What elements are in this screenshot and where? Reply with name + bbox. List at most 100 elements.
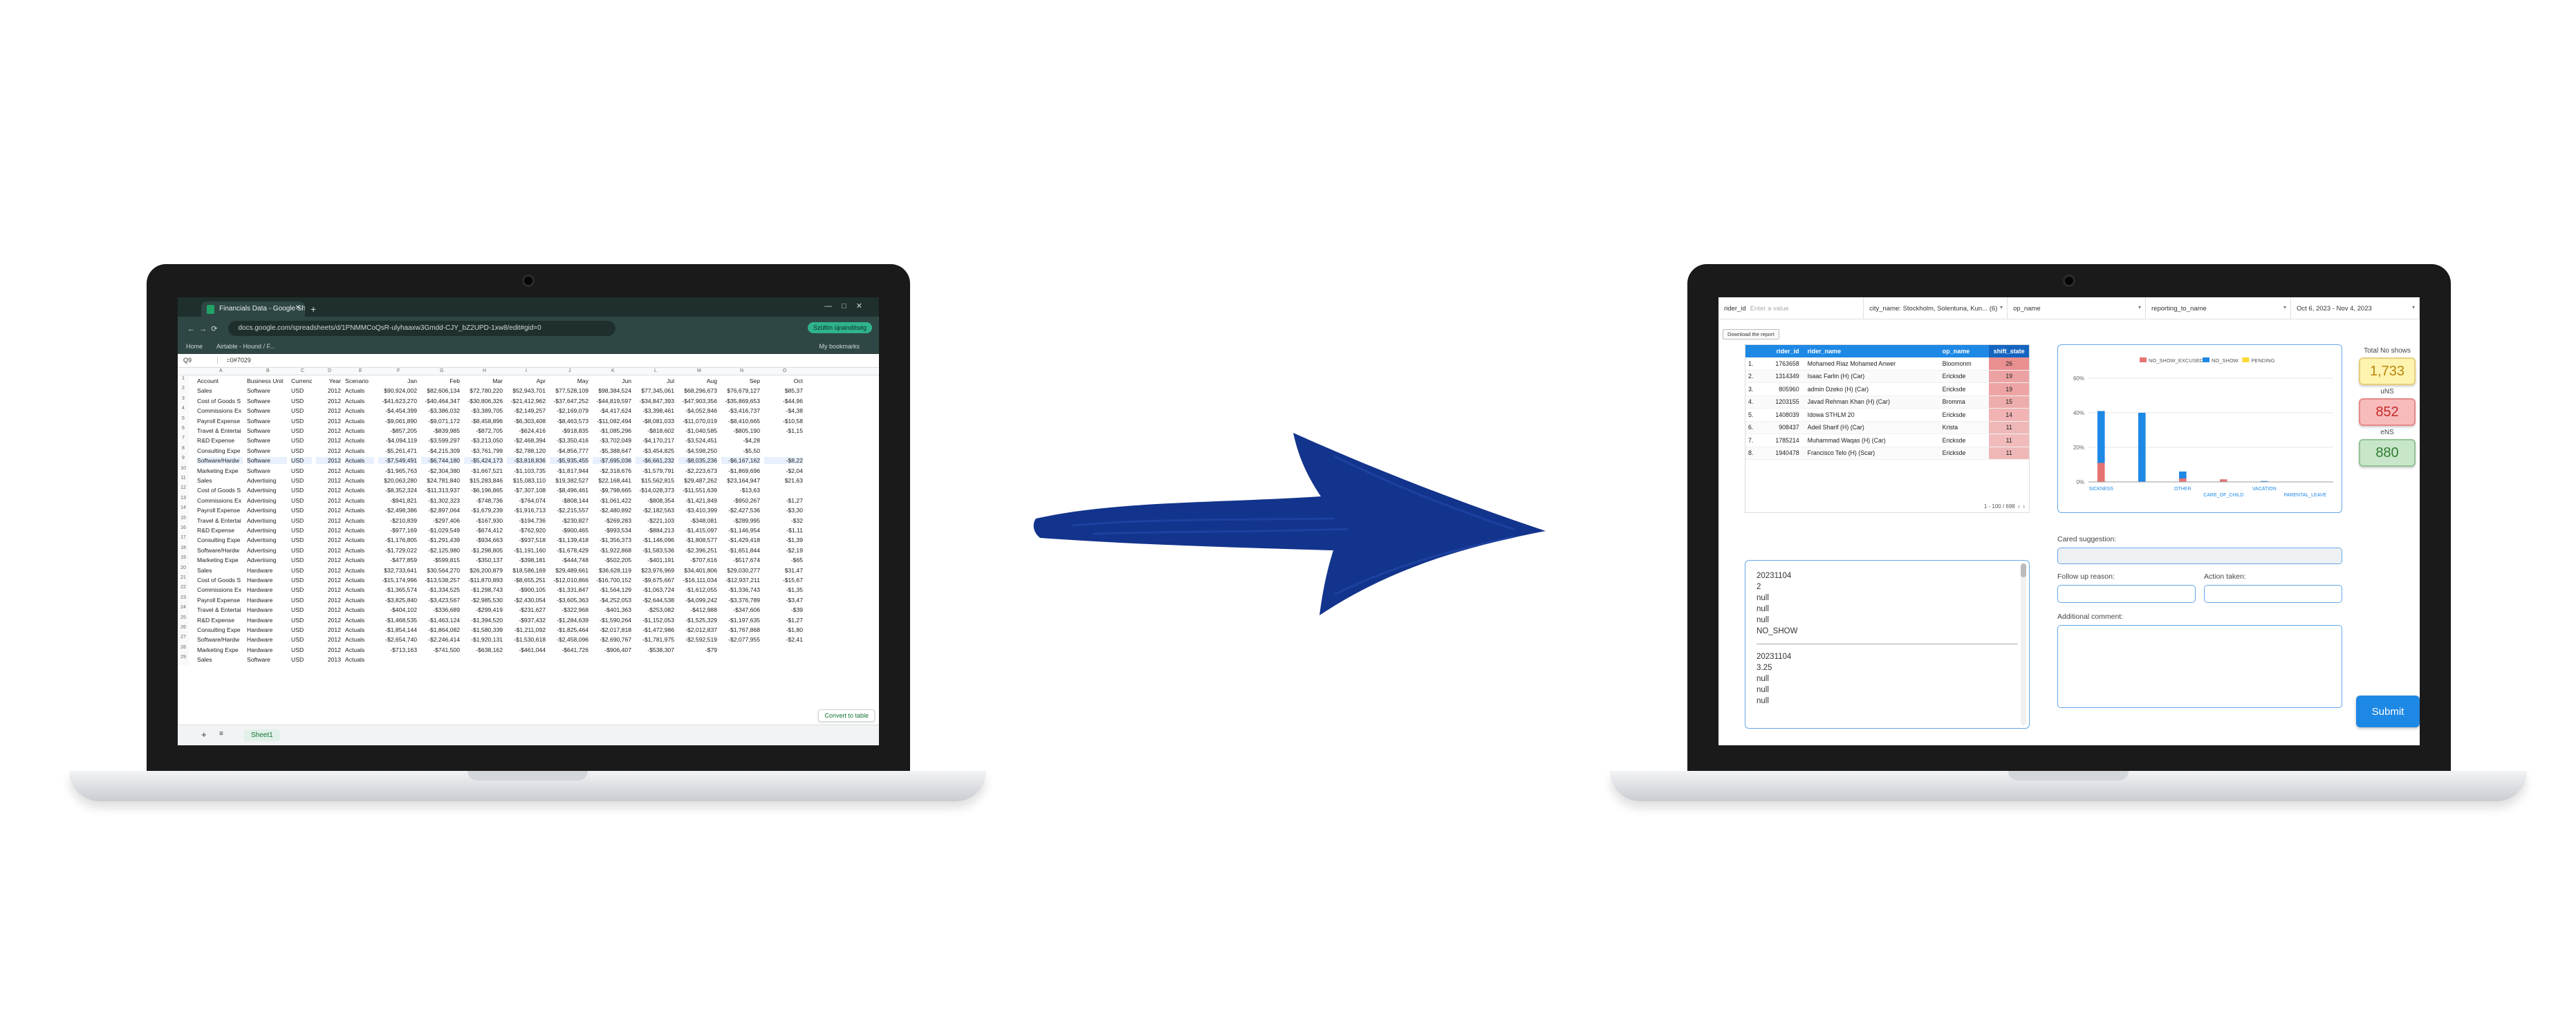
table-cell[interactable]: $32,733,641 (378, 567, 417, 574)
table-cell[interactable]: USD (291, 477, 312, 484)
col-header-shift-state[interactable]: shift_state (1989, 345, 2029, 357)
table-cell[interactable]: -$2,169,079 (550, 407, 589, 414)
table-cell[interactable]: -$1,152,053 (636, 617, 674, 624)
row-number[interactable]: 15 (178, 515, 189, 525)
table-cell[interactable]: -$2,897,064 (421, 507, 460, 514)
table-cell[interactable]: -$1,35 (764, 586, 803, 593)
table-cell[interactable]: 2013 (316, 656, 341, 663)
table-cell[interactable]: -$3,389,705 (464, 407, 503, 414)
row-number[interactable]: 29 (178, 655, 189, 665)
table-cell[interactable]: -$322,968 (550, 606, 589, 613)
table-row[interactable]: 7. 1785214 Muhammad Waqas (H) (Car) Ericksd… (1745, 434, 2029, 447)
table-cell[interactable]: -$336,689 (421, 606, 460, 613)
row-number[interactable]: 24 (178, 605, 189, 615)
table-cell[interactable]: -$2,427,536 (721, 507, 760, 514)
table-cell[interactable]: -$12,010,866 (550, 577, 589, 584)
table-cell[interactable]: -$2,690,767 (593, 636, 631, 643)
row-number[interactable]: 16 (178, 525, 189, 536)
nav-arrows-icon[interactable]: ← → ⟳ (187, 324, 217, 333)
table-cell[interactable]: -$1,965,763 (378, 467, 417, 474)
table-cell[interactable]: $18,586,169 (507, 567, 546, 574)
table-cell[interactable]: Actuals (345, 557, 374, 563)
table-cell[interactable]: Software (247, 418, 287, 425)
table-cell[interactable]: -$1,580,339 (464, 626, 503, 633)
table-cell[interactable]: -$7,307,108 (507, 487, 546, 494)
table-cell[interactable]: Advertising (247, 517, 287, 524)
table-cell[interactable]: -$1,579,791 (636, 467, 674, 474)
table-cell[interactable]: 2012 (316, 527, 341, 534)
table-cell[interactable]: Actuals (345, 537, 374, 543)
table-cell[interactable]: 2012 (316, 467, 341, 474)
table-cell[interactable]: -$3,30 (764, 507, 803, 514)
table-cell[interactable]: 2012 (316, 606, 341, 613)
table-cell[interactable]: -$8,22 (764, 457, 803, 465)
table-cell[interactable]: -$289,995 (721, 517, 760, 524)
list-scrollbar[interactable] (2021, 563, 2026, 725)
table-cell[interactable]: -$404,102 (378, 606, 417, 613)
table-cell[interactable]: $76,679,127 (721, 387, 760, 394)
table-cell[interactable]: Sales (197, 567, 243, 574)
table-cell[interactable]: -$13,538,257 (421, 577, 460, 584)
formula-input[interactable]: =0#7029 (227, 357, 251, 364)
additional-comment-field[interactable] (2057, 625, 2342, 708)
table-cell[interactable]: -$1,39 (764, 537, 803, 543)
cared-suggestion-field[interactable] (2057, 548, 2342, 564)
column-letter[interactable]: O (783, 369, 786, 373)
filter-rider-id[interactable]: rider_id Enter a value (1718, 297, 1864, 319)
table-cell[interactable]: R&D Expense (197, 437, 243, 444)
table-cell[interactable]: -$993,534 (593, 527, 631, 534)
table-cell[interactable]: $15,083,110 (507, 477, 546, 484)
table-cell[interactable]: -$2,498,386 (378, 507, 417, 514)
row-number[interactable]: 7 (178, 436, 189, 446)
window-controls[interactable]: —□✕ (824, 301, 872, 310)
table-cell[interactable]: -$11,070,019 (678, 418, 717, 425)
table-cell[interactable]: -$1,421,849 (678, 497, 717, 504)
table-row[interactable]: 8. 1940478 Francisco Telo (H) (Scar) Ericks… (1745, 447, 2029, 460)
table-cell[interactable]: Advertising (247, 557, 287, 563)
table-cell[interactable]: -$253,082 (636, 606, 674, 613)
table-row[interactable]: 3. 805960 admin Dzeko (H) (Car) Ericksde 19 (1745, 383, 2029, 396)
table-cell[interactable]: -$1,678,429 (550, 547, 589, 554)
column-letter[interactable]: K (611, 369, 615, 373)
table-cell[interactable]: -$1,916,713 (507, 507, 546, 514)
table-cell[interactable]: 2012 (316, 427, 341, 434)
table-cell[interactable]: -$937,432 (507, 617, 546, 624)
row-number[interactable]: 5 (178, 416, 189, 426)
table-cell[interactable]: USD (291, 547, 312, 554)
table-cell[interactable]: -$1,176,805 (378, 537, 417, 543)
table-cell[interactable]: -$1,781,975 (636, 636, 674, 643)
table-cell[interactable]: -$4,38 (764, 407, 803, 414)
table-cell[interactable]: $36,628,119 (593, 567, 631, 574)
table-cell[interactable]: -$872,705 (464, 427, 503, 434)
table-cell[interactable]: -$3,47 (764, 597, 803, 604)
table-cell[interactable]: 2012 (316, 557, 341, 563)
table-cell[interactable]: $23,164,947 (721, 477, 760, 484)
table-cell[interactable]: -$1,394,520 (464, 617, 503, 624)
table-cell[interactable]: -$79 (678, 646, 717, 653)
table-cell[interactable]: -$221,103 (636, 517, 674, 524)
table-cell[interactable]: Commissions Ex (197, 497, 243, 504)
table-cell[interactable]: -$2,985,530 (464, 597, 503, 604)
table-cell[interactable]: -$1,11 (764, 527, 803, 534)
table-cell[interactable]: Sales (197, 387, 243, 394)
table-cell[interactable]: -$1,103,735 (507, 467, 546, 474)
table-cell[interactable]: Actuals (345, 487, 374, 494)
submit-button[interactable]: Submit (2356, 696, 2420, 727)
table-cell[interactable]: Actuals (345, 646, 374, 653)
table-cell[interactable]: -$3,524,451 (678, 437, 717, 444)
table-cell[interactable]: -$8,352,324 (378, 487, 417, 494)
table-cell[interactable]: -$805,190 (721, 427, 760, 434)
column-letter[interactable]: A (219, 369, 223, 373)
table-cell[interactable]: USD (291, 617, 312, 624)
table-cell[interactable]: Software (247, 457, 287, 465)
table-cell[interactable]: Marketing Expe (197, 646, 243, 653)
table-cell[interactable]: 2012 (316, 626, 341, 633)
table-cell[interactable]: USD (291, 457, 312, 465)
table-cell[interactable]: -$2,19 (764, 547, 803, 554)
table-cell[interactable]: -$624,416 (507, 427, 546, 434)
table-cell[interactable]: $90,924,002 (378, 387, 417, 394)
table-cell[interactable]: Payroll Expense (197, 418, 243, 425)
table-cell[interactable]: -$6,661,232 (636, 457, 674, 465)
table-cell[interactable]: Actuals (345, 387, 374, 394)
table-cell[interactable]: USD (291, 467, 312, 474)
